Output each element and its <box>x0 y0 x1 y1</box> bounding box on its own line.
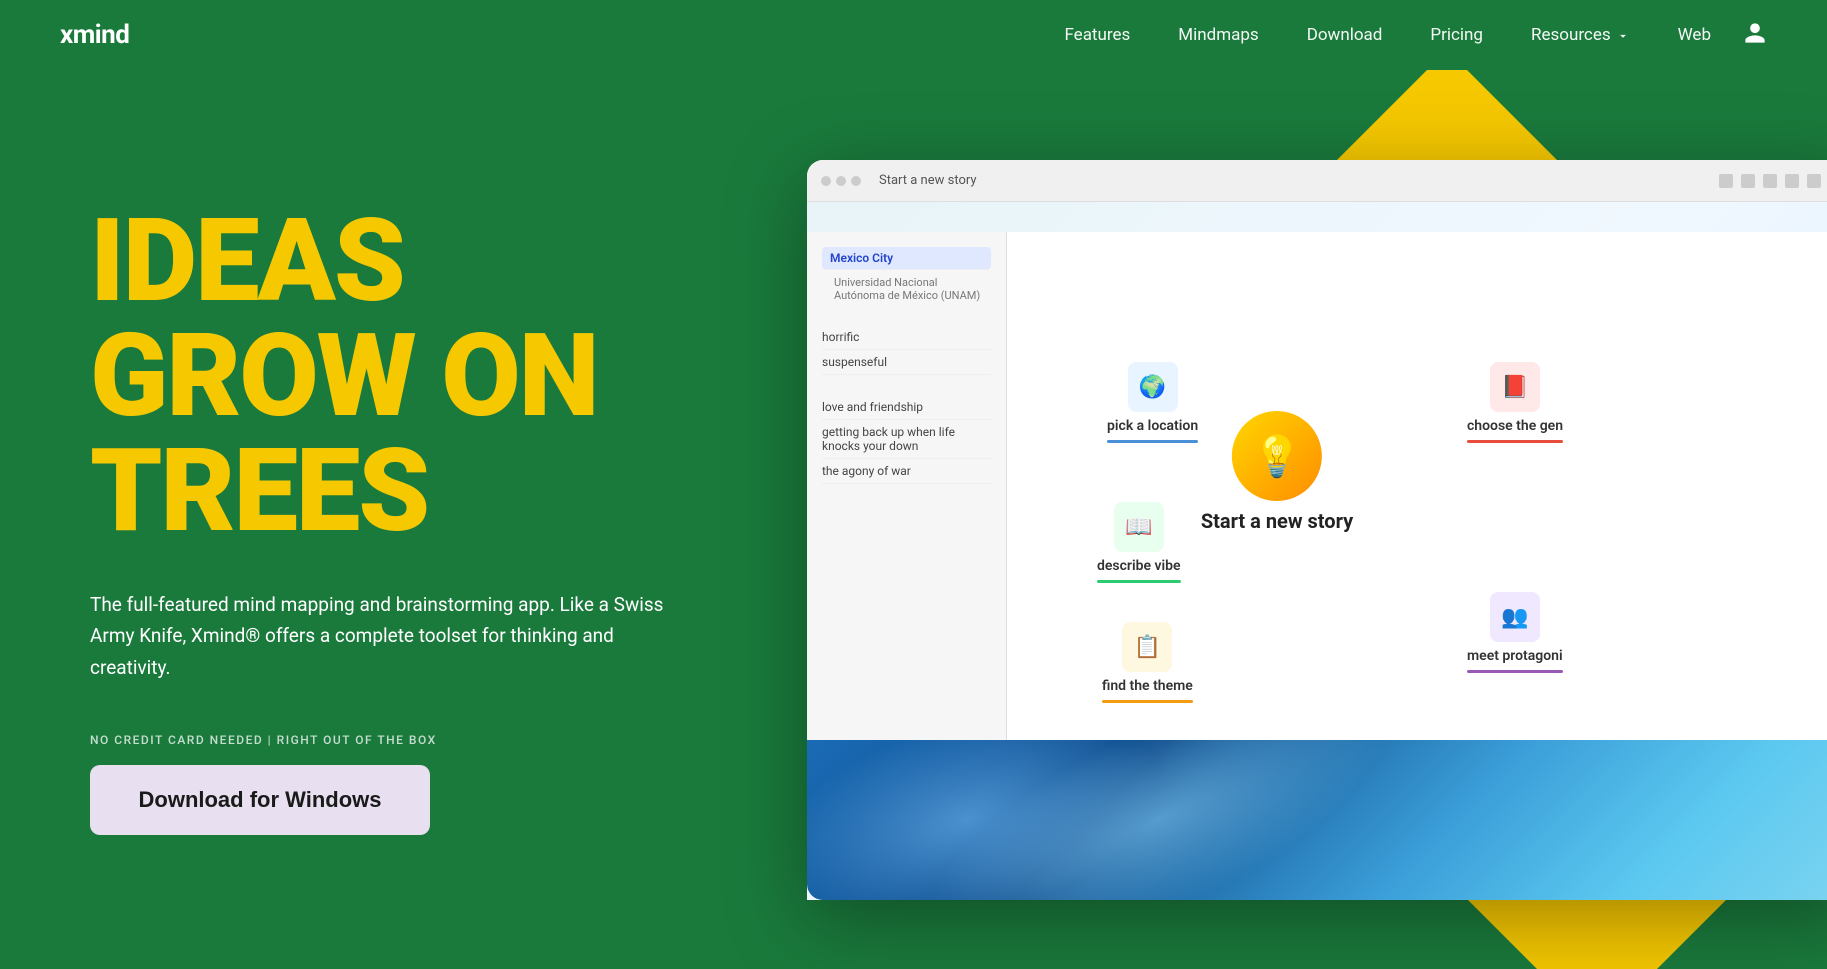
node-icon-theme: 📋 <box>1122 622 1172 672</box>
ctrl-back[interactable] <box>1719 174 1733 188</box>
user-icon[interactable] <box>1743 21 1767 49</box>
panel-item-getting-back[interactable]: getting back up when life knocks your do… <box>822 420 991 459</box>
node-underline-vibe <box>1097 580 1181 583</box>
nav-features[interactable]: Features <box>1064 25 1130 45</box>
panel-item-agony[interactable]: the agony of war <box>822 459 991 484</box>
node-find-theme[interactable]: 📋 find the theme <box>1102 622 1193 703</box>
ctrl-forward[interactable] <box>1741 174 1755 188</box>
app-mockup-container: Start a new story Mexico <box>807 110 1827 930</box>
app-window: Start a new story Mexico <box>807 160 1827 900</box>
navbar: xmind Features Mindmaps Download Pricing… <box>0 0 1827 70</box>
hero-description: The full-featured mind mapping and brain… <box>90 589 670 683</box>
node-icon-gen: 📕 <box>1490 362 1540 412</box>
central-node: 💡 Start a new story <box>1201 411 1353 533</box>
node-meet-protagonist[interactable]: 👥 meet protagoni <box>1467 592 1563 673</box>
nav-download[interactable]: Download <box>1307 25 1383 45</box>
node-underline-theme <box>1102 700 1193 703</box>
node-label-location: pick a location <box>1107 418 1198 434</box>
node-underline-gen <box>1467 440 1563 443</box>
node-underline-protagonist <box>1467 670 1563 673</box>
hero-title: IDEAS GROW ON TREES <box>90 204 820 549</box>
dot-3 <box>851 176 861 186</box>
nav-pricing[interactable]: Pricing <box>1430 25 1483 45</box>
cta-label: NO CREDIT CARD NEEDED | RIGHT OUT OF THE… <box>90 733 820 747</box>
node-label-theme: find the theme <box>1102 678 1193 694</box>
hero-content: IDEAS GROW ON TREES The full-featured mi… <box>0 70 820 969</box>
node-label-protagonist: meet protagoni <box>1467 648 1563 664</box>
nav-web[interactable]: Web <box>1678 25 1711 45</box>
left-panel: Mexico City Universidad Nacional Autónom… <box>807 232 1007 740</box>
app-title: Start a new story <box>879 173 1711 188</box>
panel-item-mexico[interactable]: Mexico City <box>822 247 991 270</box>
dot-2 <box>836 176 846 186</box>
panel-item-suspenseful[interactable]: suspenseful <box>822 350 991 375</box>
node-describe-vibe[interactable]: 📖 describe vibe <box>1097 502 1181 583</box>
dot-1 <box>821 176 831 186</box>
node-label-vibe: describe vibe <box>1097 558 1181 574</box>
node-icon-vibe: 📖 <box>1114 502 1164 552</box>
chevron-down-icon <box>1616 29 1630 43</box>
hero-section: IDEAS GROW ON TREES The full-featured mi… <box>0 70 1827 969</box>
ctrl-star[interactable] <box>1807 174 1821 188</box>
node-icon-location: 🌍 <box>1128 362 1178 412</box>
logo[interactable]: xmind <box>60 20 129 50</box>
nav-resources[interactable]: Resources <box>1531 25 1630 45</box>
node-icon-protagonist: 👥 <box>1490 592 1540 642</box>
node-pick-location[interactable]: 🌍 pick a location <box>1107 362 1198 443</box>
mindmap-area: Mexico City Universidad Nacional Autónom… <box>807 232 1827 740</box>
central-node-label: Start a new story <box>1201 509 1353 533</box>
app-canvas: Mexico City Universidad Nacional Autónom… <box>807 202 1827 900</box>
nav-mindmaps[interactable]: Mindmaps <box>1178 25 1258 45</box>
toolbar-controls <box>1719 174 1827 188</box>
panel-subitem-unam: Universidad Nacional Autónoma de México … <box>822 273 991 305</box>
ctrl-expand[interactable] <box>1785 174 1799 188</box>
panel-item-love[interactable]: love and friendship <box>822 395 991 420</box>
download-windows-button[interactable]: Download for Windows <box>90 765 430 835</box>
node-choose-gen[interactable]: 📕 choose the gen <box>1467 362 1563 443</box>
window-controls <box>821 176 861 186</box>
node-label-gen: choose the gen <box>1467 418 1563 434</box>
ctrl-refresh[interactable] <box>1763 174 1777 188</box>
windows-wallpaper <box>807 740 1827 900</box>
central-node-icon: 💡 <box>1232 411 1322 501</box>
app-titlebar: Start a new story <box>807 160 1827 202</box>
node-underline-location <box>1107 440 1198 443</box>
panel-item-horrific[interactable]: horrific <box>822 325 991 350</box>
